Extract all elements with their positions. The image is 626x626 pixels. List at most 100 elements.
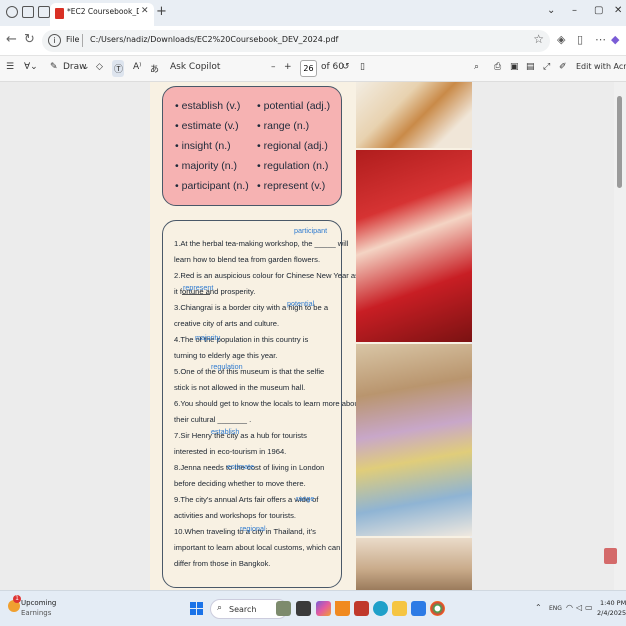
erase-icon[interactable]: ◇ (96, 62, 103, 72)
app-icon[interactable] (354, 601, 369, 616)
answer-annotation[interactable]: estimate (227, 462, 254, 471)
vlc-icon[interactable] (335, 601, 350, 616)
vocab-item: • range (n.) (257, 120, 309, 132)
draw-icon[interactable]: ✎ (50, 62, 58, 72)
pdf-viewer[interactable]: • establish (v.) • estimate (v.) • insig… (0, 82, 626, 590)
chinese-new-year-photo (356, 150, 472, 342)
address-url[interactable]: C:/Users/nadiz/Downloads/EC2%20Courseboo… (90, 35, 338, 44)
close-window-button[interactable]: ✕ (614, 5, 622, 16)
exercise-line: 1.At the herbal tea-making workshop, the… (174, 239, 349, 248)
zoom-out-button[interactable]: – (271, 62, 276, 72)
widget-title[interactable]: Upcoming (21, 599, 56, 607)
vocabulary-box: • establish (v.) • estimate (v.) • insig… (162, 86, 342, 206)
minimize-button[interactable]: – (572, 5, 577, 16)
mail-icon[interactable] (411, 601, 426, 616)
print-icon[interactable]: ⎙ (494, 62, 501, 72)
vocab-item: • represent (v.) (257, 180, 325, 192)
favorite-star-icon[interactable]: ☆ (533, 32, 544, 46)
workspaces-icon[interactable] (22, 6, 34, 18)
tab-actions-icon[interactable] (38, 6, 50, 18)
back-arrow-icon[interactable]: ← (6, 32, 17, 47)
answer-annotation[interactable]: potential (287, 299, 314, 308)
answer-annotation[interactable]: represent (183, 283, 213, 292)
copilot-icon[interactable]: ◆ (611, 33, 619, 46)
bullet: • (175, 100, 179, 112)
read-aloud-pdf-icon[interactable]: A⁾ (133, 62, 141, 72)
vocab-item: • regulation (n.) (257, 160, 328, 172)
wifi-icon[interactable]: ◠ (566, 603, 573, 612)
clock-date[interactable]: 2/4/2025 (597, 609, 626, 617)
edit-pdf-icon[interactable]: ✐ (559, 62, 567, 72)
refresh-icon[interactable]: ↻ (24, 32, 35, 47)
address-bar[interactable]: i File C:/Users/nadiz/Downloads/EC2%20Co… (42, 30, 550, 52)
contents-icon[interactable]: ☰ (6, 62, 14, 72)
exercise-line: important to learn about local customs, … (174, 543, 341, 552)
windows-start-icon[interactable] (190, 602, 203, 615)
volume-icon[interactable]: ◁ (576, 603, 582, 612)
exercise-line: 6.You should get to know the locals to l… (174, 399, 361, 408)
answer-annotation[interactable]: participant (294, 226, 327, 235)
answer-annotation[interactable]: majority (195, 333, 220, 342)
new-tab-button[interactable]: + (156, 4, 167, 19)
fullscreen-icon[interactable]: ⤢ (543, 62, 550, 72)
taskbar: 1 Upcoming Earnings ⌕ Search ⌃ ENG ◠ ◁ ▭… (0, 590, 626, 626)
chrome-icon[interactable] (430, 601, 445, 616)
answer-annotation[interactable]: range (296, 494, 314, 503)
bullet: • (257, 140, 261, 152)
page-view-icon[interactable]: ▯ (360, 62, 365, 72)
edge-icon[interactable] (373, 601, 388, 616)
bullet: • (175, 120, 179, 132)
search-icon: ⌕ (217, 603, 223, 613)
tea-photo (356, 82, 472, 148)
acrobat-icon[interactable] (604, 548, 617, 564)
task-view-icon[interactable] (296, 601, 311, 616)
bullet: • (257, 180, 261, 192)
tab-coursebook-pdf[interactable]: *EC2 Coursebook_DEV_2024.pdf ✕ (50, 3, 154, 26)
draw-dropdown-icon[interactable]: ⌄ (82, 62, 90, 72)
answer-annotation[interactable]: establish (211, 427, 239, 436)
add-text-icon[interactable]: Ⓣ (114, 62, 123, 75)
zoom-in-button[interactable]: + (284, 62, 292, 72)
page-number-input[interactable]: 26 (300, 60, 317, 77)
news-app-icon[interactable] (276, 601, 291, 616)
language-indicator[interactable]: ENG (549, 605, 562, 612)
vocab-item: • estimate (v.) (175, 120, 239, 132)
maximize-button[interactable]: ▢ (594, 5, 603, 16)
bullet: • (175, 140, 179, 152)
museum-photo (356, 538, 472, 590)
file-explorer-icon[interactable] (392, 601, 407, 616)
vocab-word: estimate (v.) (181, 120, 239, 132)
answer-annotation[interactable]: regional (240, 524, 266, 533)
bullet: • (257, 120, 261, 132)
translate-icon[interactable]: あ (150, 62, 159, 75)
copilot-app-icon[interactable] (316, 601, 331, 616)
search-pdf-icon[interactable]: ⌕ (474, 62, 479, 72)
highlight-icon[interactable]: ∀⌄ (24, 62, 38, 72)
tab-search-icon[interactable]: ⌄ (547, 5, 555, 16)
save-as-icon[interactable]: ▤ (526, 62, 535, 72)
vocab-word: regulation (n.) (263, 160, 329, 172)
bullet: • (257, 100, 261, 112)
split-screen-icon[interactable]: ▯ (577, 33, 583, 46)
battery-icon[interactable]: ▭ (585, 603, 593, 612)
scrollbar-thumb[interactable] (617, 96, 622, 188)
clock-time[interactable]: 1:40 PM (600, 599, 626, 607)
read-aloud-icon[interactable]: ◈ (557, 33, 565, 46)
vocab-word: represent (v.) (263, 180, 326, 192)
tab-close-icon[interactable]: ✕ (141, 6, 149, 16)
ask-copilot-button[interactable]: Ask Copilot (170, 62, 220, 72)
pottery-workshop-photo (356, 344, 472, 536)
answer-annotation[interactable]: regulation (211, 362, 243, 371)
rotate-icon[interactable]: ↺ (342, 62, 350, 72)
exercise-line: differ from those in Bangkok. (174, 559, 271, 568)
site-info-icon[interactable]: i (48, 34, 61, 47)
pdf-file-icon (55, 8, 64, 19)
save-icon[interactable]: ▣ (510, 62, 519, 72)
pdf-toolbar: ☰ ∀⌄ ✎ Draw ⌄ ◇ Ⓣ A⁾ あ Ask Copilot – + 2… (0, 56, 626, 82)
more-menu-icon[interactable]: ⋯ (595, 33, 606, 46)
profile-icon[interactable] (6, 6, 18, 18)
tray-overflow-icon[interactable]: ⌃ (535, 603, 542, 612)
vocab-item: • majority (n.) (175, 160, 237, 172)
edit-with-acrobat-button[interactable]: Edit with Acrobat (576, 62, 626, 71)
exercise-line: their cultural _______ . (174, 415, 252, 424)
